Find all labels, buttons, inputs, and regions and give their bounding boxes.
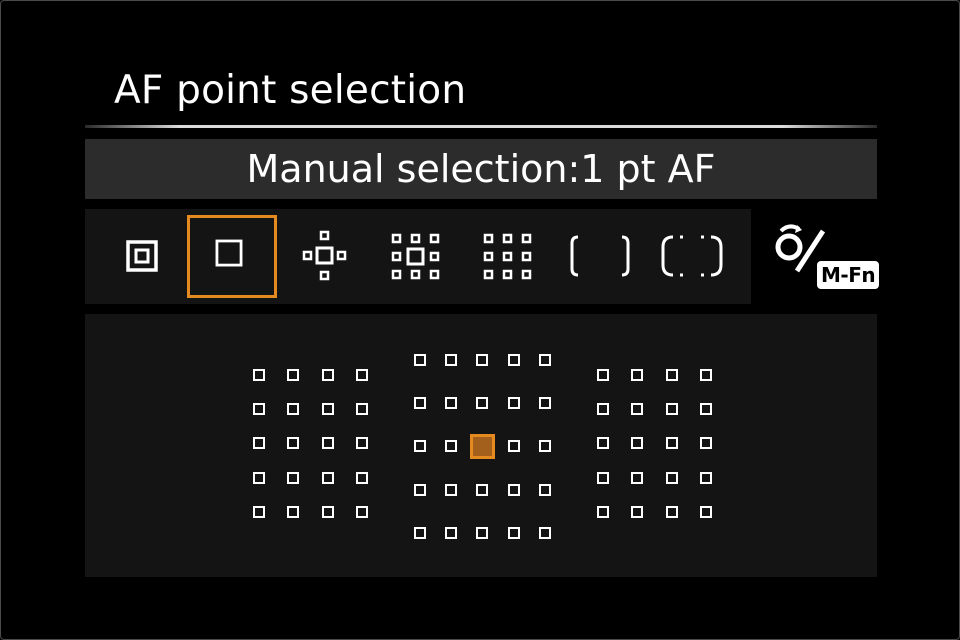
af-point[interactable] [414, 440, 426, 453]
af-point[interactable] [699, 437, 712, 450]
mode-auto-selection-af[interactable] [647, 215, 737, 298]
af-point[interactable] [699, 369, 712, 381]
current-mode-label: Manual selection:1 pt AF [246, 147, 716, 191]
page-title: AF point selection [114, 68, 467, 113]
large-zone-af-icon [570, 235, 630, 277]
mode-zone-af[interactable] [463, 215, 553, 298]
af-point[interactable] [538, 440, 551, 453]
af-point[interactable] [538, 483, 551, 496]
af-point[interactable] [507, 440, 520, 453]
af-point[interactable] [597, 437, 609, 450]
af-point[interactable] [665, 471, 678, 484]
af-point[interactable] [321, 505, 334, 518]
af-point[interactable] [355, 505, 368, 518]
current-mode-bar: Manual selection:1 pt AF [85, 139, 877, 199]
af-point[interactable] [253, 437, 265, 450]
af-point[interactable] [253, 505, 265, 518]
expand-af-surround-icon [391, 233, 440, 280]
af-point[interactable] [287, 471, 300, 484]
af-point[interactable] [597, 471, 609, 484]
af-point[interactable] [665, 505, 678, 518]
zone-af-icon [483, 233, 532, 280]
camera-menu-screen: AF point selection Manual selection:1 pt… [0, 0, 960, 640]
af-point[interactable] [476, 397, 489, 410]
af-point[interactable] [414, 526, 426, 539]
mfn-label: M-Fn [817, 261, 880, 289]
title-divider [85, 125, 877, 128]
af-point[interactable] [699, 471, 712, 484]
af-point[interactable] [321, 403, 334, 416]
af-point[interactable] [253, 369, 265, 381]
af-point[interactable] [287, 505, 300, 518]
af-point[interactable] [631, 437, 644, 450]
af-point[interactable] [699, 505, 712, 518]
auto-selection-af-icon [661, 235, 723, 277]
af-point[interactable] [287, 437, 300, 450]
mfn-button[interactable]: M-Fn [771, 221, 883, 295]
af-point[interactable] [538, 397, 551, 410]
af-point[interactable] [414, 483, 426, 496]
af-point[interactable] [414, 397, 426, 410]
af-point[interactable] [631, 403, 644, 416]
af-point[interactable] [355, 471, 368, 484]
af-point[interactable] [253, 403, 265, 416]
spot-af-icon [126, 240, 158, 272]
af-point[interactable] [631, 471, 644, 484]
af-point[interactable] [445, 397, 458, 410]
af-point[interactable] [321, 471, 334, 484]
af-point[interactable] [414, 354, 426, 366]
af-point[interactable] [631, 369, 644, 381]
af-point[interactable] [507, 483, 520, 496]
af-point[interactable] [476, 354, 489, 366]
single-point-af-icon [215, 239, 243, 267]
af-point[interactable] [507, 526, 520, 539]
af-point[interactable] [287, 369, 300, 381]
af-point[interactable] [355, 369, 368, 381]
af-point[interactable] [476, 483, 489, 496]
expand-af-cross-icon [302, 230, 347, 281]
af-point[interactable] [321, 437, 334, 450]
af-point[interactable] [355, 403, 368, 416]
af-mode-selector [85, 209, 751, 304]
af-point[interactable] [597, 505, 609, 518]
af-point[interactable] [253, 471, 265, 484]
af-point[interactable] [445, 354, 458, 366]
mode-expand-af-surround[interactable] [371, 215, 461, 298]
af-point[interactable] [476, 526, 489, 539]
af-point[interactable] [507, 354, 520, 366]
af-point[interactable] [538, 526, 551, 539]
af-point[interactable] [507, 397, 520, 410]
af-point-grid [85, 314, 877, 577]
af-point-selected[interactable] [469, 433, 495, 459]
af-point[interactable] [597, 369, 609, 381]
af-point[interactable] [665, 437, 678, 450]
af-point[interactable] [445, 526, 458, 539]
af-point[interactable] [445, 483, 458, 496]
af-point[interactable] [699, 403, 712, 416]
af-point[interactable] [631, 505, 644, 518]
mode-single-point-af[interactable] [187, 215, 277, 298]
af-point[interactable] [538, 354, 551, 366]
af-point[interactable] [355, 437, 368, 450]
af-point[interactable] [321, 369, 334, 381]
mode-spot-af[interactable] [98, 215, 188, 298]
af-point[interactable] [665, 369, 678, 381]
mode-expand-af-cross[interactable] [279, 215, 369, 298]
af-point[interactable] [597, 403, 609, 416]
af-point[interactable] [287, 403, 300, 416]
mode-large-zone-af[interactable] [555, 215, 645, 298]
af-point[interactable] [445, 440, 458, 453]
af-point[interactable] [665, 403, 678, 416]
